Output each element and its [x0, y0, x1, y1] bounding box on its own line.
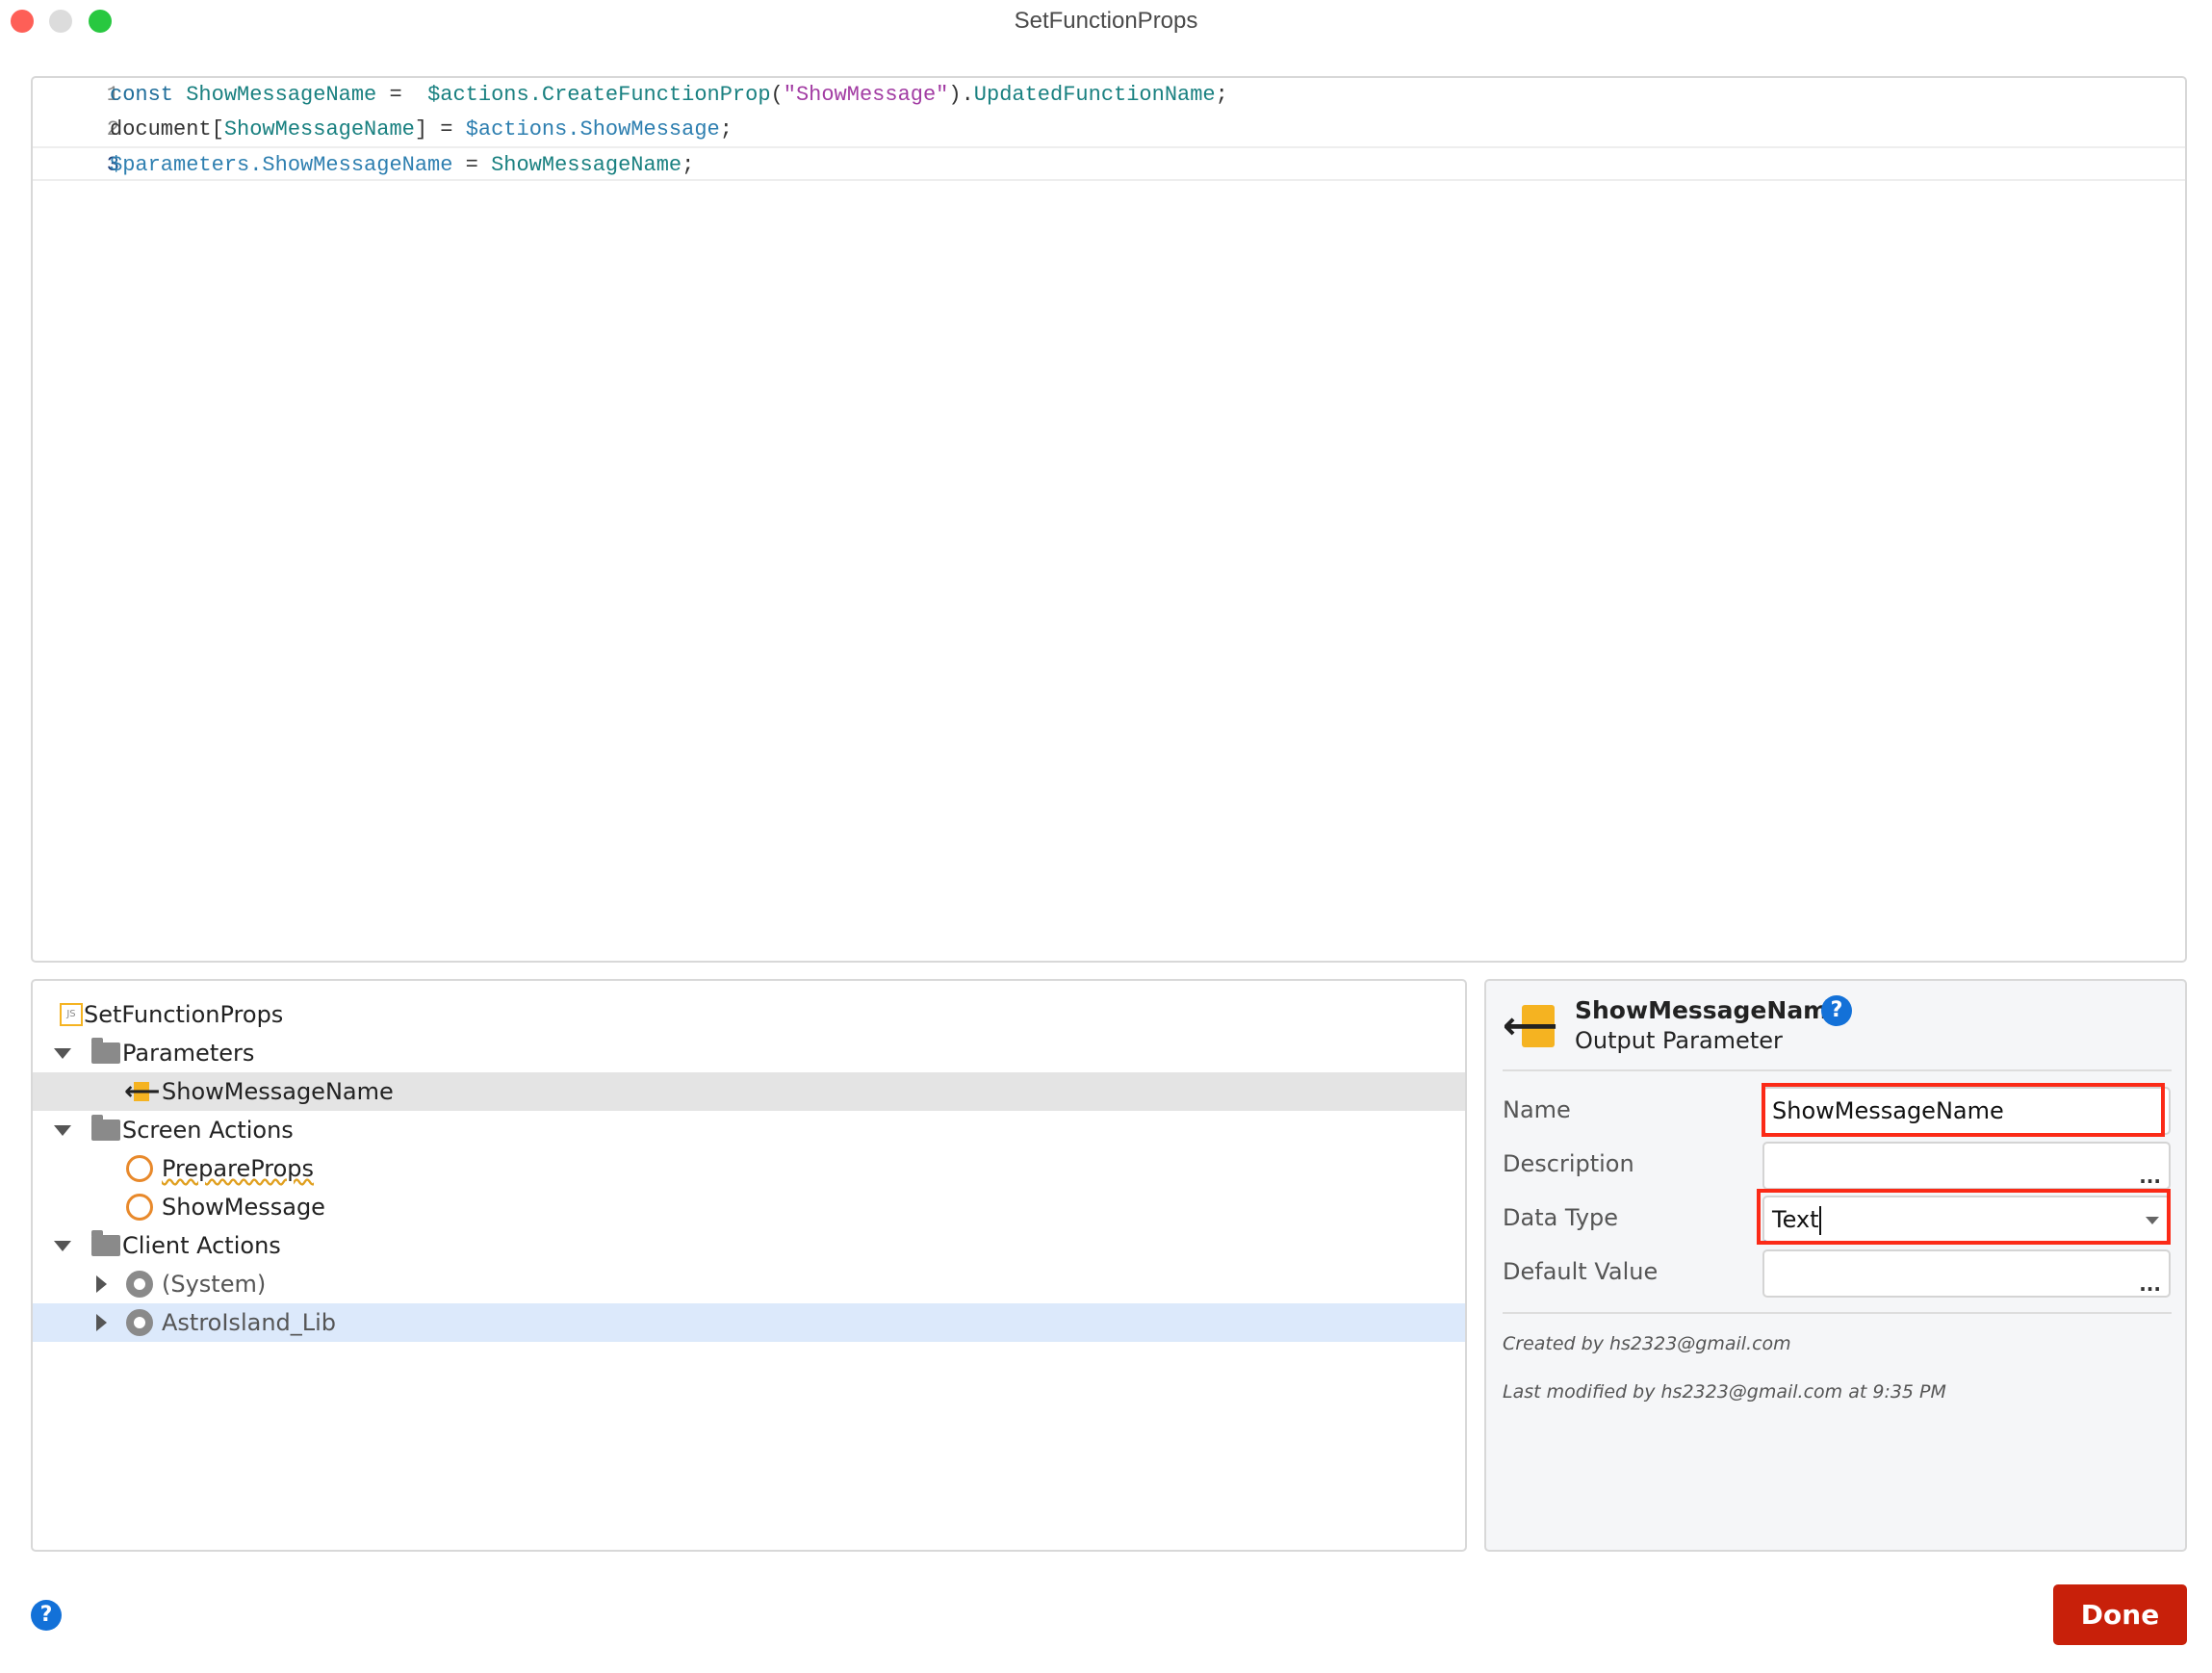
code-line-current: 3 $parameters.ShowMessageName = ShowMessa…: [33, 146, 2185, 181]
tree-item-label: ShowMessage: [162, 1194, 325, 1221]
expand-arrow-icon[interactable]: [96, 1314, 107, 1331]
tree-item-label: PrepareProps: [162, 1155, 315, 1182]
module-icon: [126, 1309, 153, 1336]
divider: [1503, 1312, 2172, 1314]
code-token: $parameters.ShowMessageName: [110, 153, 453, 177]
description-input[interactable]: ...: [1762, 1142, 2171, 1190]
js-file-icon: JS: [60, 1003, 83, 1026]
tree-item-label: Parameters: [122, 1040, 255, 1067]
collapse-arrow-icon[interactable]: [54, 1241, 71, 1251]
divider: [1503, 1069, 2172, 1071]
folder-icon: [91, 1115, 120, 1141]
code-token: ShowMessageName: [223, 117, 415, 142]
tree-item-label: (System): [162, 1271, 267, 1298]
more-options-icon[interactable]: ...: [2139, 1274, 2161, 1294]
description-label: Description: [1503, 1150, 1634, 1177]
code-token: $actions.ShowMessage: [465, 117, 720, 142]
window-title: SetFunctionProps: [1014, 8, 1198, 34]
created-by-text: Created by hs2323@gmail.com: [1503, 1333, 1791, 1354]
properties-title: ShowMessageName: [1575, 996, 1845, 1024]
tree-item-label: Client Actions: [122, 1232, 281, 1259]
code-token: =: [376, 83, 428, 107]
default-value-label: Default Value: [1503, 1258, 1659, 1285]
more-options-icon[interactable]: ...: [2139, 1167, 2161, 1186]
folder-icon: [91, 1230, 120, 1256]
module-icon: [126, 1271, 153, 1298]
element-tree: JS SetFunctionProps Parameters ⟵ ShowMes…: [31, 979, 1467, 1552]
code-token: ;: [682, 153, 695, 177]
screen-action-icon: [126, 1155, 153, 1182]
tree-item-root[interactable]: JS SetFunctionProps: [33, 995, 1465, 1034]
properties-panel: ⟵ ShowMessageName Output Parameter ? Nam…: [1484, 979, 2187, 1552]
code-token: ;: [1215, 83, 1228, 107]
code-editor[interactable]: 1 const ShowMessageName = $actions.Create…: [31, 76, 2187, 963]
code-token: UpdatedFunctionName: [973, 83, 1216, 107]
tree-item-parameters[interactable]: Parameters: [33, 1034, 1465, 1072]
tree-item-screen-actions[interactable]: Screen Actions: [33, 1111, 1465, 1149]
tree-item-client-actions[interactable]: Client Actions: [33, 1226, 1465, 1265]
name-label: Name: [1503, 1096, 1571, 1123]
code-token: =: [452, 153, 492, 177]
code-token: $actions.CreateFunctionProp: [427, 83, 771, 107]
data-type-label: Data Type: [1503, 1204, 1619, 1231]
code-token: "ShowMessage": [783, 83, 949, 107]
code-text: document[ShowMessageName] = $actions.Sho…: [110, 113, 733, 147]
properties-subtitle: Output Parameter: [1575, 1027, 1783, 1054]
tree-item-showmessage[interactable]: ShowMessage: [33, 1188, 1465, 1226]
default-value-input[interactable]: ...: [1762, 1249, 2171, 1298]
folder-icon: [91, 1038, 120, 1064]
code-line: 2 document[ShowMessageName] = $actions.Sh…: [33, 113, 2185, 147]
expand-arrow-icon[interactable]: [96, 1275, 107, 1293]
tree-item-label: AstroIsland_Lib: [162, 1309, 337, 1336]
collapse-arrow-icon[interactable]: [54, 1125, 71, 1136]
highlight-box: [1762, 1083, 2165, 1137]
code-text: $parameters.ShowMessageName = ShowMessag…: [110, 148, 694, 183]
tree-item-label: SetFunctionProps: [84, 1001, 284, 1028]
code-token: (: [770, 83, 784, 107]
tree-item-prepareprops[interactable]: PrepareProps: [33, 1149, 1465, 1188]
code-token: document[: [110, 117, 224, 142]
output-parameter-icon: ⟵: [1503, 1004, 1558, 1048]
help-button[interactable]: ?: [31, 1600, 62, 1631]
done-button[interactable]: Done: [2053, 1584, 2187, 1645]
highlight-box: [1757, 1189, 2171, 1245]
help-icon[interactable]: ?: [1821, 995, 1852, 1026]
code-text: const ShowMessageName = $actions.CreateF…: [110, 78, 1228, 113]
code-token: ShowMessageName: [186, 83, 377, 107]
collapse-arrow-icon[interactable]: [54, 1048, 71, 1059]
tree-item-astroisland-lib[interactable]: AstroIsland_Lib: [33, 1303, 1465, 1342]
code-token: ).: [948, 83, 974, 107]
code-token: ;: [719, 117, 733, 142]
last-modified-text: Last modified by hs2323@gmail.com at 9:3…: [1503, 1381, 1946, 1403]
tree-item-system[interactable]: (System): [33, 1265, 1465, 1303]
code-token: ] =: [414, 117, 466, 142]
screen-action-icon: [126, 1194, 153, 1221]
tree-item-label: Screen Actions: [122, 1117, 294, 1144]
tree-item-showmessagename[interactable]: ⟵ ShowMessageName: [33, 1072, 1465, 1111]
code-token: ShowMessageName: [491, 153, 682, 177]
code-token: const: [110, 83, 187, 107]
tree-item-label: ShowMessageName: [162, 1078, 394, 1105]
code-line: 1 const ShowMessageName = $actions.Create…: [33, 78, 2185, 113]
